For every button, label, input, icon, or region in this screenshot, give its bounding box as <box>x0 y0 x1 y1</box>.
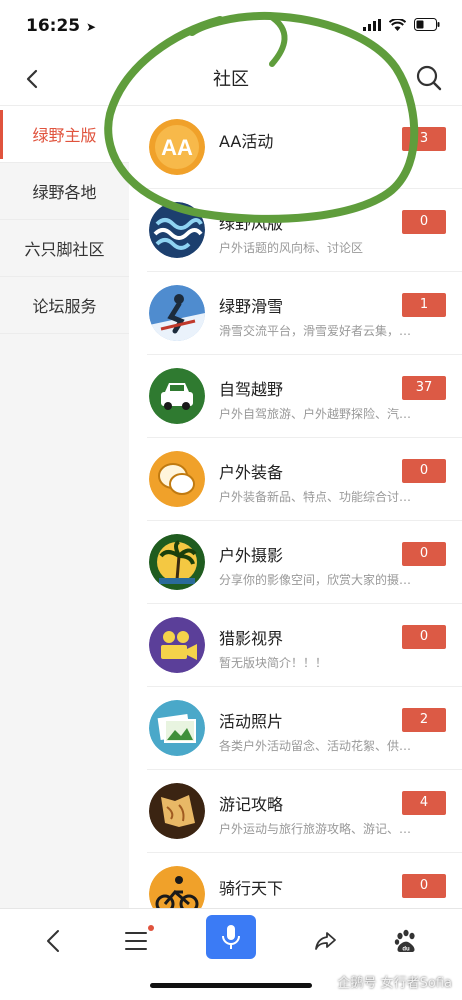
forum-list: AA AA活动 3 绿野风版 户外话题的风向标、讨论区 0 绿野滑雪 滑雪交流平… <box>129 106 462 908</box>
forum-title: 活动照片 <box>219 712 284 731</box>
post-count-badge: 4 <box>402 791 446 815</box>
forum-title: 户外摄影 <box>219 546 284 565</box>
post-count-badge: 37 <box>402 376 446 400</box>
forum-row[interactable]: 户外装备 户外装备新品、特点、功能综合讨… 0 <box>147 438 462 521</box>
sidebar-item-forum-service[interactable]: 论坛服务 <box>0 277 129 334</box>
forum-row[interactable]: 自驾越野 户外自驾旅游、户外越野探险、汽… 37 <box>147 355 462 438</box>
svg-text:du: du <box>402 947 410 953</box>
forum-title: 绿野滑雪 <box>219 297 284 316</box>
cyclist-icon <box>149 866 205 908</box>
svg-text:AA: AA <box>161 135 193 160</box>
photos-icon <box>149 700 205 756</box>
post-count-badge: 0 <box>402 210 446 234</box>
post-count-badge: 1 <box>402 293 446 317</box>
menu-icon <box>125 932 147 950</box>
forum-description: 暂无版块简介！！！ <box>219 656 328 670</box>
post-count-badge: 0 <box>402 459 446 483</box>
forum-row[interactable]: 绿野风版 户外话题的风向标、讨论区 0 <box>147 189 462 272</box>
post-count-badge: 0 <box>402 542 446 566</box>
status-time-text: 16:25 <box>26 16 81 36</box>
status-bar: 16:25 ➤ <box>0 0 462 52</box>
post-count-badge: 0 <box>402 625 446 649</box>
baidu-paw-icon: du <box>394 929 415 953</box>
search-icon <box>416 65 442 91</box>
forum-row[interactable]: 游记攻略 户外运动与旅行旅游攻略、游记、… 4 <box>147 770 462 853</box>
forum-row[interactable]: 绿野滑雪 滑雪交流平台，滑雪爱好者云集，… 1 <box>147 272 462 355</box>
forum-row[interactable]: 活动照片 各类户外活动留念、活动花絮、供… 2 <box>147 687 462 770</box>
sidebar-item-main[interactable]: 绿野主版 <box>0 106 129 163</box>
sidebar-item-regions[interactable]: 绿野各地 <box>0 163 129 220</box>
forum-description: 户外装备新品、特点、功能综合讨… <box>219 490 412 504</box>
microphone-icon <box>222 925 240 949</box>
sidebar-item-label: 论坛服务 <box>32 297 97 316</box>
baidu-button[interactable]: du <box>384 919 428 963</box>
forum-description: 户外运动与旅行旅游攻略、游记、… <box>219 822 412 836</box>
forum-row[interactable]: AA AA活动 3 <box>147 106 462 189</box>
forum-description: 户外话题的风向标、讨论区 <box>219 241 364 255</box>
wind-waves-icon <box>149 202 205 258</box>
forum-description: 滑雪交流平台，滑雪爱好者云集，… <box>219 324 412 338</box>
car-icon <box>149 368 205 424</box>
menu-button[interactable] <box>114 919 158 963</box>
forum-description: 分享你的影像空间，欣赏大家的摄… <box>219 573 412 587</box>
sidebar-item-label: 六只脚社区 <box>24 240 105 259</box>
wifi-icon <box>389 18 406 31</box>
post-count-badge: 3 <box>402 127 446 151</box>
forum-title: 绿野风版 <box>219 214 284 233</box>
forum-title: 户外装备 <box>219 463 284 482</box>
category-sidebar: 绿野主版 绿野各地 六只脚社区 论坛服务 <box>0 106 129 908</box>
sidebar-item-label: 绿野主版 <box>32 126 97 145</box>
forum-row[interactable]: 骑行天下 0 <box>147 853 462 908</box>
status-icons <box>363 18 440 31</box>
forum-title: AA活动 <box>219 132 274 151</box>
palm-tree-icon <box>149 534 205 590</box>
speech-bubbles-icon <box>149 451 205 507</box>
post-count-badge: 0 <box>402 874 446 898</box>
forum-title: 自驾越野 <box>219 380 284 399</box>
share-arrow-icon <box>315 932 336 950</box>
forum-description: 各类户外活动留念、活动花絮、供… <box>219 739 412 753</box>
signal-icon <box>363 18 381 31</box>
forum-title: 猎影视界 <box>219 629 284 648</box>
toolbar-back-button[interactable] <box>32 919 76 963</box>
notification-dot <box>148 925 154 931</box>
watermark: 企鹅号 女行者Sofia <box>337 976 453 991</box>
aa-activity-icon: AA <box>149 119 205 175</box>
chevron-left-icon <box>47 930 59 952</box>
sidebar-item-six-feet[interactable]: 六只脚社区 <box>0 220 129 277</box>
page-title: 社区 <box>213 69 249 90</box>
share-button[interactable] <box>304 919 348 963</box>
sidebar-item-label: 绿野各地 <box>32 183 97 202</box>
nav-bar: 社区 <box>0 52 462 106</box>
location-arrow-icon: ➤ <box>86 20 97 34</box>
forum-row[interactable]: 猎影视界 暂无版块简介！！！ 0 <box>147 604 462 687</box>
home-indicator[interactable] <box>150 983 312 988</box>
post-count-badge: 2 <box>402 708 446 732</box>
video-camera-icon <box>149 617 205 673</box>
forum-title: 骑行天下 <box>219 879 284 898</box>
map-icon <box>149 783 205 839</box>
forum-row[interactable]: 户外摄影 分享你的影像空间，欣赏大家的摄… 0 <box>147 521 462 604</box>
battery-icon <box>414 18 440 31</box>
forum-title: 游记攻略 <box>219 795 284 814</box>
forum-description: 户外自驾旅游、户外越野探险、汽… <box>219 407 412 421</box>
skier-icon <box>149 285 205 341</box>
search-button[interactable] <box>414 63 444 93</box>
voice-input-button[interactable] <box>206 915 256 959</box>
status-time: 16:25 ➤ <box>26 16 96 36</box>
